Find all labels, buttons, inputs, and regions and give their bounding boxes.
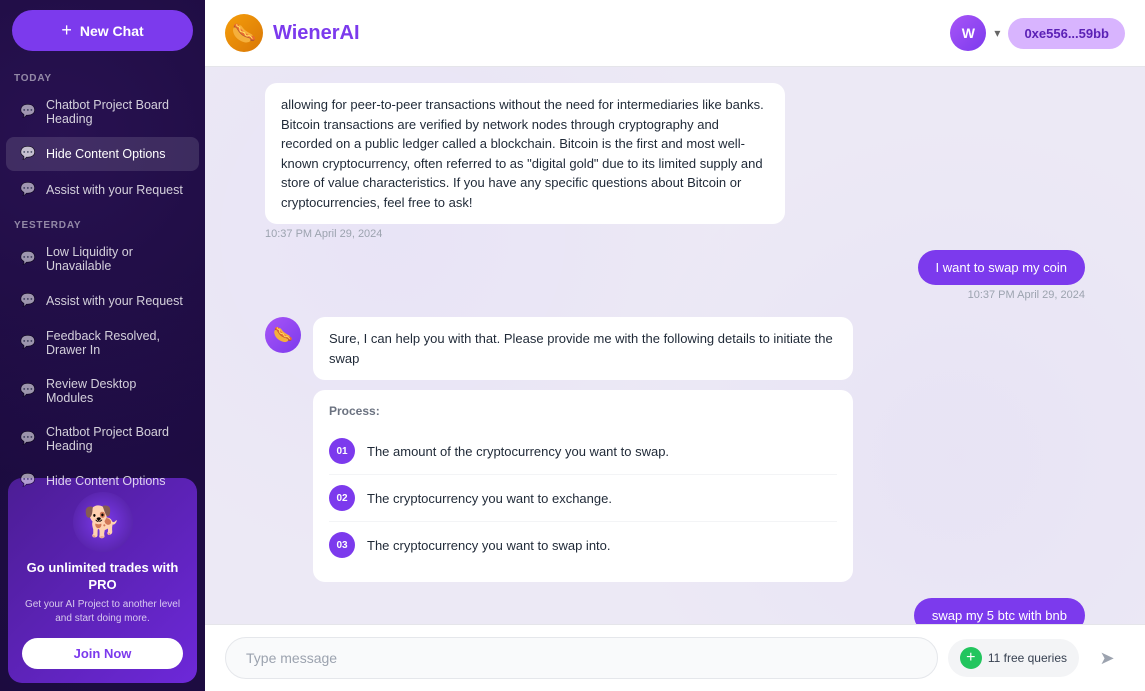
new-chat-button[interactable]: + New Chat: [12, 10, 193, 51]
sidebar-item-label: Assist with your Request: [46, 294, 183, 308]
header-right: W ▾ 0xe556...59bb: [950, 15, 1125, 51]
promo-description: Get your AI Project to another level and…: [22, 598, 183, 626]
bot-message-2-text: Sure, I can help you with that. Please p…: [329, 331, 833, 366]
user-message-row-2: swap my 5 btc with bnb: [265, 598, 1085, 624]
chat-area: allowing for peer-to-peer transactions w…: [205, 67, 1145, 624]
chat-icon: 💬: [20, 383, 36, 399]
brand-name-part1: Wiener: [273, 22, 340, 44]
sidebar-item-label: Assist with your Request: [46, 183, 183, 197]
chat-icon: 💬: [20, 473, 36, 489]
brand-emoji: 🌭: [232, 21, 257, 46]
brand-name-part2: AI: [340, 22, 360, 44]
process-item-1: 01 The amount of the cryptocurrency you …: [329, 428, 837, 475]
sidebar-item-yesterday-2[interactable]: 💬 Assist with your Request: [6, 284, 199, 318]
bot-timestamp-1: 10:37 PM April 29, 2024: [265, 228, 1085, 240]
main-header: 🌭 WienerAI W ▾ 0xe556...59bb: [205, 0, 1145, 67]
chevron-down-icon[interactable]: ▾: [994, 26, 1000, 40]
promo-box: 🐕 Go unlimited trades with PRO Get your …: [8, 478, 197, 683]
process-num-2: 02: [329, 485, 355, 511]
dog-emoji: 🐕: [84, 505, 121, 540]
sidebar-item-label: Hide Content Options: [46, 147, 166, 161]
sidebar-item-today-2[interactable]: 💬 Hide Content Options: [6, 137, 199, 171]
plus-circle-icon: +: [960, 647, 982, 669]
bot-avatar-2: 🌭: [265, 317, 301, 353]
process-item-3: 03 The cryptocurrency you want to swap i…: [329, 522, 837, 568]
user-message-2-text: swap my 5 btc with bnb: [932, 608, 1067, 623]
user-timestamp-1: 10:37 PM April 29, 2024: [265, 289, 1085, 301]
process-label: Process:: [329, 404, 837, 418]
user-bubble-1: I want to swap my coin: [918, 250, 1086, 285]
main-content: 🌭 WienerAI W ▾ 0xe556...59bb allowing fo…: [205, 0, 1145, 691]
promo-title: Go unlimited trades with PRO: [22, 560, 183, 594]
process-card: Process: 01 The amount of the cryptocurr…: [313, 390, 853, 582]
chat-icon: 💬: [20, 251, 36, 267]
process-item-2: 02 The cryptocurrency you want to exchan…: [329, 475, 837, 522]
sidebar-item-yesterday-4[interactable]: 💬 Review Desktop Modules: [6, 368, 199, 414]
bot-message-row-2: 🌭 Sure, I can help you with that. Please…: [265, 317, 1085, 582]
user-bubble-2: swap my 5 btc with bnb: [914, 598, 1085, 624]
chat-icon: 💬: [20, 431, 36, 447]
chat-icon: 💬: [20, 146, 36, 162]
chat-icon: 💬: [20, 104, 36, 120]
promo-dog-icon: 🐕: [73, 492, 133, 552]
sidebar-item-label: Chatbot Project Board Heading: [46, 98, 185, 126]
process-num-1: 01: [329, 438, 355, 464]
sidebar-item-label: Chatbot Project Board Heading: [46, 425, 185, 453]
sidebar-item-label: Feedback Resolved, Drawer In: [46, 329, 185, 357]
sidebar-item-today-1[interactable]: 💬 Chatbot Project Board Heading: [6, 89, 199, 135]
sidebar-item-today-3[interactable]: 💬 Assist with your Request: [6, 173, 199, 207]
bot-message-1: allowing for peer-to-peer transactions w…: [265, 83, 785, 224]
sidebar-header: + New Chat: [0, 0, 205, 61]
brand: 🌭 WienerAI: [225, 14, 360, 52]
user-avatar: W: [950, 15, 986, 51]
process-step-3: The cryptocurrency you want to swap into…: [367, 538, 611, 553]
input-area: + 11 free queries ➤: [205, 624, 1145, 691]
today-section-label: TODAY: [0, 61, 205, 88]
sidebar-item-label: Hide Content Options: [46, 474, 166, 488]
queries-badge: + 11 free queries: [948, 639, 1079, 677]
send-icon: ➤: [1099, 648, 1114, 669]
chat-icon: 💬: [20, 335, 36, 351]
sidebar-item-yesterday-5[interactable]: 💬 Chatbot Project Board Heading: [6, 416, 199, 462]
chat-icon: 💬: [20, 182, 36, 198]
sidebar-item-label: Review Desktop Modules: [46, 377, 185, 405]
bot-message-1-text: allowing for peer-to-peer transactions w…: [281, 97, 764, 210]
user-message-row-1: I want to swap my coin: [265, 250, 1085, 285]
sidebar-item-yesterday-1[interactable]: 💬 Low Liquidity or Unavailable: [6, 236, 199, 282]
brand-logo: 🌭: [225, 14, 263, 52]
message-input[interactable]: [225, 637, 938, 679]
user-message-1-text: I want to swap my coin: [936, 260, 1068, 275]
chat-icon: 💬: [20, 293, 36, 309]
brand-name: WienerAI: [273, 22, 360, 45]
new-chat-label: New Chat: [80, 23, 144, 39]
bot-message-2-content: Sure, I can help you with that. Please p…: [313, 317, 853, 582]
queries-label: 11 free queries: [988, 651, 1067, 665]
wallet-address-button[interactable]: 0xe556...59bb: [1008, 18, 1125, 49]
join-now-button[interactable]: Join Now: [22, 638, 183, 669]
sidebar-item-yesterday-6[interactable]: 💬 Hide Content Options: [6, 464, 199, 498]
sidebar-item-label: Low Liquidity or Unavailable: [46, 245, 185, 273]
process-step-2: The cryptocurrency you want to exchange.: [367, 491, 612, 506]
plus-icon: +: [61, 20, 72, 41]
sidebar: + New Chat TODAY 💬 Chatbot Project Board…: [0, 0, 205, 691]
yesterday-section-label: YESTERDAY: [0, 208, 205, 235]
bot-bubble-2: Sure, I can help you with that. Please p…: [313, 317, 853, 380]
process-num-3: 03: [329, 532, 355, 558]
process-step-1: The amount of the cryptocurrency you wan…: [367, 444, 669, 459]
send-button[interactable]: ➤: [1089, 640, 1125, 676]
sidebar-item-yesterday-3[interactable]: 💬 Feedback Resolved, Drawer In: [6, 320, 199, 366]
